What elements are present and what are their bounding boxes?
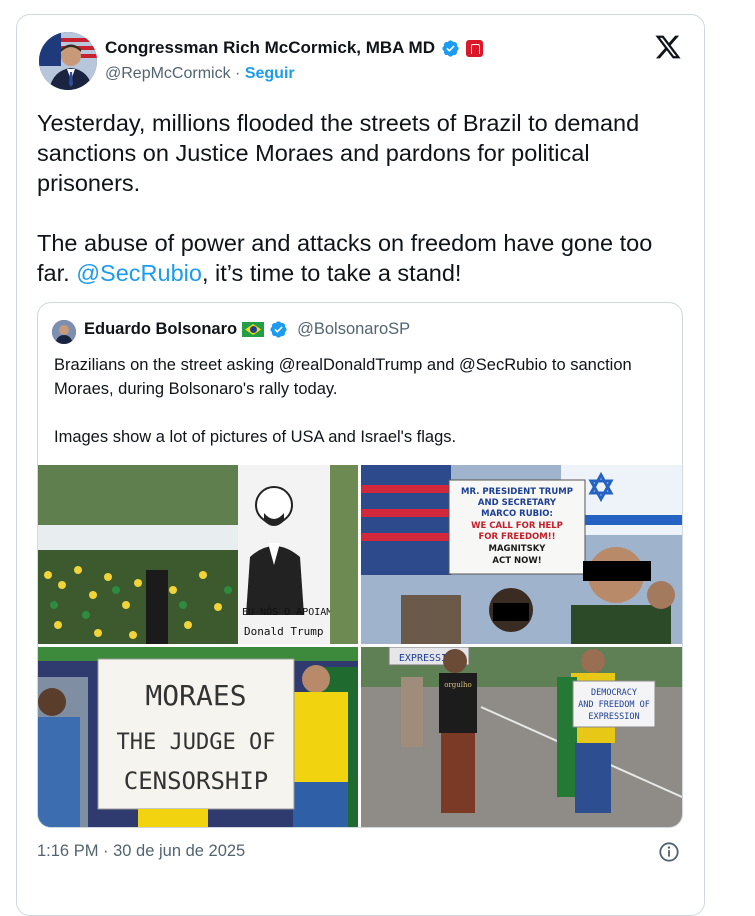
img2-sign-line2: AND SECRETARY xyxy=(478,498,557,508)
tweet-text: Yesterday, millions flooded the streets … xyxy=(37,108,687,288)
quote-text: Brazilians on the street asking @realDon… xyxy=(54,356,632,446)
author-avatar[interactable] xyxy=(39,32,97,90)
tweet-card[interactable]: Congressman Rich McCormick, MBA MD @RepM… xyxy=(16,14,705,916)
media-image-1[interactable]: EU NÓS O APOIAMOS Donald Trump xyxy=(38,465,358,644)
brazil-flag-icon xyxy=(242,322,265,337)
quote-author-handle[interactable]: @BolsonaroSP xyxy=(297,320,410,339)
img3-sign-line3: CENSORSHIP xyxy=(124,767,269,795)
media-image-2[interactable]: MR. PRESIDENT TRUMP AND SECRETARY MARCO … xyxy=(361,465,682,644)
img2-sign-line6: MAGNITSKY xyxy=(489,544,547,554)
img4-sign-line3: EXPRESSION xyxy=(588,712,639,722)
verified-icon xyxy=(270,321,287,338)
mention-link[interactable]: @SecRubio xyxy=(76,260,202,286)
img2-sign-line7: ACT NOW! xyxy=(492,556,541,566)
img4-shirt-text: orgulho xyxy=(444,681,472,689)
tweet-text-part2: , it’s time to take a stand! xyxy=(201,260,462,286)
congress-badge-icon xyxy=(465,39,483,57)
x-logo-icon[interactable] xyxy=(654,33,682,61)
img2-sign-line3: MARCO RUBIO: xyxy=(481,509,553,519)
verified-icon xyxy=(442,39,459,57)
tweet-timestamp[interactable]: 1:16 PM · 30 de jun de 2025 xyxy=(37,842,245,861)
author-name[interactable]: Congressman Rich McCormick, MBA MD xyxy=(105,38,435,58)
media-grid: EU NÓS O APOIAMOS Donald Trump MR. PRESI… xyxy=(38,465,682,827)
author-handle[interactable]: @RepMcCormick xyxy=(105,65,231,82)
quoted-tweet[interactable]: Eduardo Bolsonaro @BolsonaroSP Brazilian… xyxy=(37,302,683,828)
quote-author-name[interactable]: Eduardo Bolsonaro xyxy=(84,320,237,339)
follow-button[interactable]: Seguir xyxy=(245,65,295,82)
img3-sign-line2: THE JUDGE OF xyxy=(117,730,276,755)
separator: · xyxy=(235,65,241,82)
img1-sign-line2: Donald Trump xyxy=(244,625,323,638)
media-image-3[interactable]: MORAES THE JUDGE OF CENSORSHIP xyxy=(38,647,358,827)
img2-sign-line4: WE CALL FOR HELP xyxy=(471,521,563,531)
img4-sign-line2: AND FREEDOM OF xyxy=(578,700,650,710)
author-handle-row: @RepMcCormick · Seguir xyxy=(105,65,295,83)
media-image-4[interactable]: EXPRESSION orgulho DEMOCRACY AND FREEDOM… xyxy=(361,647,682,827)
img4-sign-line1: DEMOCRACY xyxy=(591,688,637,698)
img1-sign-line1: EU NÓS O APOIAMOS xyxy=(242,605,344,618)
img2-sign-line5: FOR FREEDOM!! xyxy=(479,532,556,542)
info-icon[interactable] xyxy=(658,841,680,863)
quote-author-avatar[interactable] xyxy=(52,320,76,344)
img3-sign-line1: MORAES xyxy=(145,679,246,712)
img2-sign-line1: MR. PRESIDENT TRUMP xyxy=(461,487,573,497)
